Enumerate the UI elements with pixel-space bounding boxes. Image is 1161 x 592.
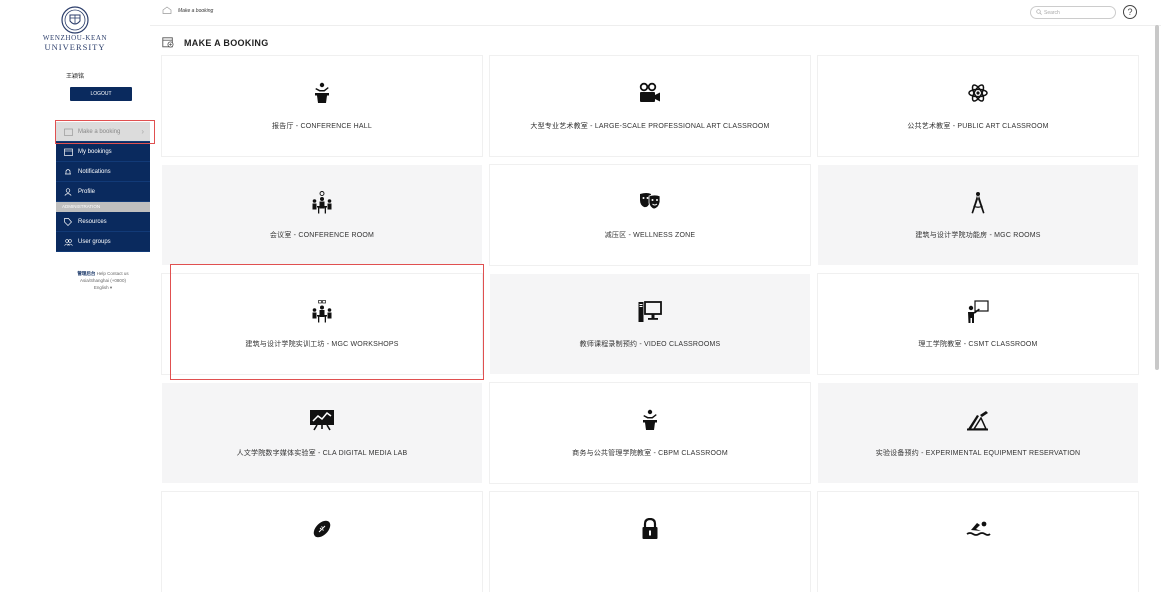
resource-card[interactable]: 教师课程录制预约 - VIDEO CLASSROOMS (490, 274, 810, 374)
language-label: English (93, 285, 109, 290)
sidebar-footer: 管理后台 Help Contact us Asia/Shanghai (+080… (56, 270, 150, 291)
swimmer-icon (818, 518, 1138, 542)
language-selector[interactable]: English ▾ (56, 284, 150, 291)
resource-card[interactable] (162, 492, 482, 592)
resource-card[interactable] (490, 492, 810, 592)
timezone-text: Asia/Shanghai (+0800) (80, 278, 126, 283)
resource-card[interactable]: 建筑与设计学院实训工坊 - MGC WORKSHOPS (162, 274, 482, 374)
scrollbar[interactable] (1155, 25, 1159, 370)
sidebar-item-label: Resources (78, 218, 107, 225)
desktop-computer-icon (490, 300, 810, 324)
search-placeholder: Search (1044, 9, 1060, 16)
resource-card[interactable]: 人文学院数字媒体实验室 - CLA DIGITAL MEDIA LAB (162, 383, 482, 483)
resource-card-label: 理工学院教室 - CSMT CLASSROOM (918, 341, 1038, 348)
university-seal-icon (61, 6, 89, 34)
resource-card-label: 报告厅 - CONFERENCE HALL (272, 123, 372, 130)
workshop-meeting-icon (162, 300, 482, 324)
users-icon (62, 238, 74, 246)
resource-card[interactable]: 减压区 - WELLNESS ZONE (490, 165, 810, 265)
resource-card[interactable] (818, 492, 1138, 592)
resource-card-label: 公共艺术教室 - PUBLIC ART CLASSROOM (907, 123, 1049, 130)
video-camera-icon (490, 82, 810, 106)
resource-card-label: 大型专业艺术教室 - LARGE-SCALE PROFESSIONAL ART … (530, 123, 770, 130)
sidebar-nav: Make a booking › My bookings Notificatio… (56, 122, 150, 252)
bell-icon (62, 168, 74, 176)
lectern-icon (162, 82, 482, 106)
resource-card-label: 人文学院数字媒体实验室 - CLA DIGITAL MEDIA LAB (236, 450, 408, 457)
resource-card[interactable]: 报告厅 - CONFERENCE HALL (162, 56, 482, 156)
resource-card-label: 建筑与设计学院实训工坊 - MGC WORKSHOPS (245, 341, 399, 348)
breadcrumb-current: Make a booking (178, 8, 214, 14)
sidebar-item-resources[interactable]: Resources (56, 212, 150, 232)
user-icon (62, 187, 74, 196)
resource-card-label: 会议室 - CONFERENCE ROOM (269, 232, 375, 239)
logout-button[interactable]: LOGOUT (70, 87, 132, 101)
sidebar-item-profile[interactable]: Profile (56, 182, 150, 202)
chevron-down-icon: ▾ (109, 285, 113, 290)
search-input[interactable]: Search (1030, 6, 1116, 19)
university-name: WENZHOU-KEAN UNIVERSITY (0, 34, 150, 52)
page-title: MAKE A BOOKING (162, 36, 269, 50)
football-icon (162, 518, 482, 542)
resource-card-label: 建筑与设计学院功能房 - MGC ROOMS (915, 232, 1041, 239)
resource-card[interactable]: 建筑与设计学院功能房 - MGC ROOMS (818, 165, 1138, 265)
sidebar-item-my-bookings[interactable]: My bookings (56, 142, 150, 162)
resource-card-label: 实验设备预约 - EXPERIMENTAL EQUIPMENT RESERVAT… (875, 450, 1081, 457)
calendar-icon (62, 148, 74, 156)
sidebar-item-label: My bookings (78, 148, 112, 155)
lectern-icon (490, 409, 810, 433)
breadcrumb: Make a booking (162, 6, 213, 16)
sidebar: WENZHOU-KEAN UNIVERSITY 王颖铭 LOGOUT Make … (0, 0, 155, 552)
search-icon (1036, 8, 1042, 17)
page-title-text: MAKE A BOOKING (184, 38, 269, 48)
university-name-line2: UNIVERSITY (44, 42, 106, 52)
sidebar-item-label: Notifications (78, 168, 111, 175)
teacher-board-icon (818, 300, 1138, 324)
theater-masks-icon (490, 191, 810, 215)
resource-card[interactable]: 实验设备预约 - EXPERIMENTAL EQUIPMENT RESERVAT… (818, 383, 1138, 483)
sidebar-item-label: Make a booking (78, 128, 121, 135)
resource-card[interactable]: 理工学院教室 - CSMT CLASSROOM (818, 274, 1138, 374)
chevron-right-icon: › (141, 127, 144, 136)
home-icon[interactable] (162, 6, 172, 16)
calendar-add-icon (162, 36, 174, 50)
calendar-add-icon (62, 128, 74, 136)
sidebar-item-label: Profile (78, 188, 96, 195)
atom-icon (818, 82, 1138, 106)
resource-card-label: 减压区 - WELLNESS ZONE (604, 232, 696, 239)
meeting-icon (162, 191, 482, 215)
admin-link[interactable]: 管理后台 (77, 271, 95, 276)
help-link[interactable]: Help (97, 271, 106, 276)
compass-drafting-icon (818, 191, 1138, 215)
resource-card[interactable]: 大型专业艺术教室 - LARGE-SCALE PROFESSIONAL ART … (490, 56, 810, 156)
help-button[interactable]: ? (1123, 5, 1137, 19)
top-bar: Make a booking Search ? (150, 0, 1161, 26)
tag-icon (62, 217, 74, 226)
sidebar-item-make-booking[interactable]: Make a booking › (56, 122, 150, 142)
user-name: 王颖铭 (65, 74, 84, 80)
drafting-tools-icon (818, 409, 1138, 433)
contact-link[interactable]: Contact us (107, 271, 129, 276)
resource-card-label: 教师课程录制预约 - VIDEO CLASSROOMS (579, 341, 721, 348)
sidebar-item-user-groups[interactable]: User groups (56, 232, 150, 252)
presentation-chart-icon (162, 409, 482, 433)
university-logo[interactable]: WENZHOU-KEAN UNIVERSITY (0, 6, 150, 52)
resource-card-label: 商务与公共管理学院教室 - CBPM CLASSROOM (572, 450, 728, 457)
sidebar-item-label: User groups (78, 238, 111, 245)
resource-card[interactable]: 公共艺术教室 - PUBLIC ART CLASSROOM (818, 56, 1138, 156)
lock-icon (490, 517, 810, 542)
sidebar-item-notifications[interactable]: Notifications (56, 162, 150, 182)
resource-card[interactable]: 商务与公共管理学院教室 - CBPM CLASSROOM (490, 383, 810, 483)
sidebar-section-administration: ADMINISTRATION (56, 202, 150, 212)
resource-card[interactable]: 会议室 - CONFERENCE ROOM (162, 165, 482, 265)
